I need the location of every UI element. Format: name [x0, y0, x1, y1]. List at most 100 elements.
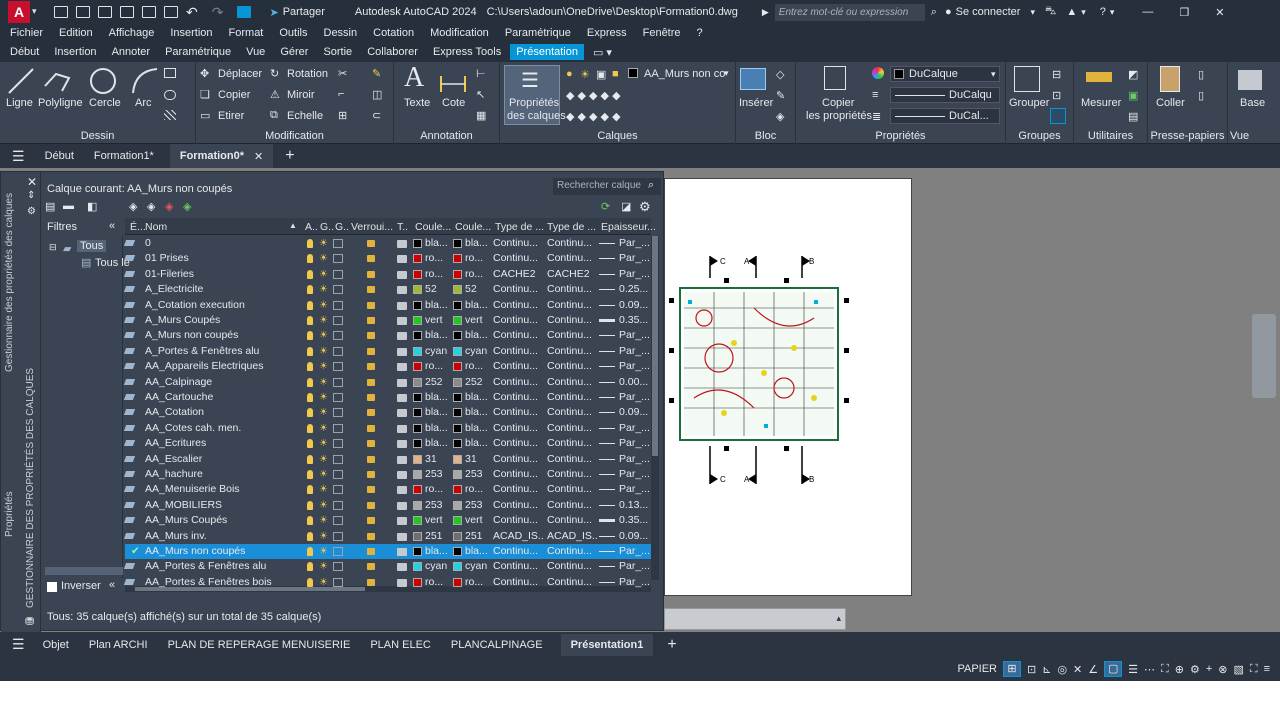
layer-vp-linetype[interactable]: Continu...: [547, 345, 597, 357]
layer-settings-icon[interactable]: ⚙: [639, 199, 651, 215]
layer-freeze-icon[interactable]: ☀: [319, 269, 328, 279]
layer-vp-color-swatch[interactable]: [453, 393, 462, 402]
modification-group-label[interactable]: Modification: [196, 130, 393, 142]
layer-freeze-icon[interactable]: ☀: [319, 316, 328, 326]
layer-freeze-icon[interactable]: ☀: [319, 423, 328, 433]
copy-icon[interactable]: ❏: [200, 88, 210, 101]
open-file-icon[interactable]: [76, 6, 90, 18]
layer-vp-linetype[interactable]: Continu...: [547, 283, 597, 295]
layer-vp-freeze-icon[interactable]: [333, 516, 343, 526]
new-layer-icon[interactable]: ◈: [129, 200, 137, 213]
erase-icon[interactable]: ✎: [372, 67, 381, 80]
layer-lock-icon[interactable]: [367, 578, 375, 586]
layer-plot-icon[interactable]: [397, 440, 407, 449]
layer-name[interactable]: 0: [145, 237, 295, 249]
layer-name[interactable]: AA_Cartouche: [145, 391, 295, 403]
copy-button[interactable]: Copier: [218, 89, 250, 101]
layer-linetype[interactable]: Continu...: [493, 329, 543, 341]
layer-color-swatch[interactable]: [413, 485, 422, 495]
layer-vp-linetype[interactable]: Continu...: [547, 514, 597, 526]
layer-vp-color-swatch[interactable]: [453, 531, 462, 541]
layer-dropdown-icon[interactable]: ▾: [724, 68, 729, 79]
layer-name[interactable]: AA_Portes & Fenêtres alu: [145, 560, 295, 572]
layer-linetype[interactable]: Continu...: [493, 560, 543, 572]
rectangle-tool-icon[interactable]: [164, 68, 176, 78]
ellipse-tool-icon[interactable]: [164, 90, 176, 100]
layer-color-name[interactable]: bla...: [425, 237, 451, 249]
file-tab-close-icon[interactable]: ✕: [254, 150, 263, 163]
current-layer-name[interactable]: AA_Murs non co: [644, 68, 725, 80]
layer-lineweight[interactable]: 0.09...: [619, 530, 649, 542]
layer-lock-icon[interactable]: [367, 517, 375, 525]
col-header-4[interactable]: G..: [335, 221, 349, 233]
layer-row[interactable]: AA_MOBILIERS ☀ 253 253 Continu... Continu... 0…: [123, 498, 651, 513]
layer-row[interactable]: A_Cotation execution ☀ bla... bla... Continu…: [123, 298, 651, 313]
layer-plot-icon[interactable]: [397, 471, 407, 479]
layer-lock-icon[interactable]: [367, 440, 375, 448]
measure-icon[interactable]: [1086, 72, 1112, 82]
polyline-tool-icon[interactable]: [42, 66, 72, 96]
explode-icon[interactable]: ◫: [372, 88, 382, 101]
layer-lineweight[interactable]: Par_...: [619, 545, 649, 557]
text-tool-label[interactable]: Texte: [404, 97, 430, 109]
maximize-icon[interactable]: ❐: [1179, 6, 1189, 19]
layer-linetype[interactable]: Continu...: [493, 314, 543, 326]
layer-vp-linetype[interactable]: Continu...: [547, 437, 597, 449]
layer-row[interactable]: 0 ☀ bla... bla... Continu... Continu... Par_..…: [123, 236, 651, 251]
layer-lineweight[interactable]: Par_...: [619, 237, 649, 249]
layer-lock-icon[interactable]: [367, 332, 375, 340]
ortho-icon[interactable]: ⊾: [1042, 663, 1051, 676]
command-line-caret-icon[interactable]: ▴: [836, 613, 841, 624]
layer-color-name[interactable]: ro...: [425, 483, 451, 495]
layer-color-name[interactable]: bla...: [425, 391, 451, 403]
layer-lineweight[interactable]: 0.09...: [619, 406, 649, 418]
clip-copy-icon[interactable]: ▯: [1198, 89, 1204, 102]
ribbon-view-toggle-icon[interactable]: ▭ ▾: [587, 44, 618, 61]
utilitaires-group-label[interactable]: Utilitaires: [1074, 130, 1147, 142]
layer-lock-icon[interactable]: [367, 286, 375, 294]
layer-vp-linetype[interactable]: Continu...: [547, 360, 597, 372]
group-select-icon[interactable]: [1050, 108, 1066, 124]
layer-vp-color-swatch[interactable]: [453, 408, 462, 418]
layer-linetype[interactable]: Continu...: [493, 422, 543, 434]
palette-close-icon[interactable]: ✕: [27, 175, 37, 189]
menu-10[interactable]: Express: [587, 27, 627, 39]
otrack-icon[interactable]: ∠: [1088, 663, 1098, 676]
calques-group-label[interactable]: Calques: [500, 130, 735, 142]
layer-color-name[interactable]: cyan: [425, 345, 451, 357]
layer-color-name[interactable]: ro...: [425, 576, 451, 588]
layer-row[interactable]: AA_Cartouche ☀ bla... bla... Continu... Conti…: [123, 390, 651, 405]
layer-row[interactable]: A_Electricite ☀ 52 52 Continu... Continu... 0.…: [123, 282, 651, 297]
layer-lock-icon[interactable]: [367, 532, 375, 540]
layer-lineweight[interactable]: Par_...: [619, 483, 649, 495]
layer-vp-linetype[interactable]: Continu...: [547, 545, 597, 557]
col-header-3[interactable]: G..: [320, 221, 334, 233]
layer-lock-icon[interactable]: [367, 240, 375, 247]
layer-on-icon[interactable]: [307, 562, 313, 572]
layer-row[interactable]: 01 Prises ☀ ro... ro... Continu... Continu...…: [123, 251, 651, 266]
layer-on-icon[interactable]: [307, 516, 313, 526]
layer-on-icon[interactable]: [307, 239, 313, 248]
block-attr-icon[interactable]: ◈: [776, 110, 784, 123]
customize-icon[interactable]: ≡: [1264, 663, 1270, 675]
layer-color-swatch[interactable]: [413, 500, 422, 510]
layer-vp-linetype[interactable]: Continu...: [547, 560, 597, 572]
layer-vp-color-name[interactable]: bla...: [465, 391, 491, 403]
tree-item-all[interactable]: Tous: [77, 240, 107, 252]
col-header-1[interactable]: Nom: [145, 221, 167, 233]
layer-on-icon[interactable]: [307, 500, 313, 510]
layer-freeze-icon[interactable]: ☀: [319, 285, 328, 295]
layer-vp-color-name[interactable]: 31: [465, 453, 491, 465]
layer-name[interactable]: A_Murs non coupés: [145, 329, 295, 341]
layer-vp-linetype[interactable]: Continu...: [547, 406, 597, 418]
layer-lineweight[interactable]: Par_...: [619, 360, 649, 372]
layer-color-name[interactable]: bla...: [425, 299, 451, 311]
layer-plot-icon[interactable]: [397, 317, 407, 325]
arc-tool-label[interactable]: Arc: [135, 97, 152, 109]
layer-vp-color-swatch[interactable]: [453, 423, 462, 433]
table-icon[interactable]: ▦: [476, 109, 486, 122]
layout-menu-icon[interactable]: ☰: [12, 636, 25, 653]
layer-plot-icon[interactable]: [397, 532, 407, 541]
layer-vp-freeze-icon[interactable]: [333, 547, 343, 556]
layer-search-icon[interactable]: ⌕: [648, 179, 654, 192]
